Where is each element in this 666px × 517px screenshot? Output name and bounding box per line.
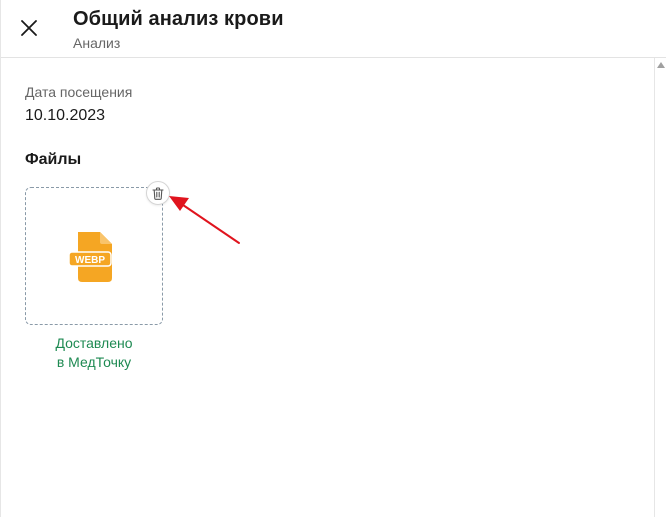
trash-icon (152, 186, 164, 200)
close-icon (21, 20, 37, 36)
file-delivery-status-line2: в МедТочку (56, 354, 132, 370)
files-heading: Файлы (25, 151, 82, 168)
file-tile[interactable]: WEBP (25, 187, 163, 325)
webp-file-icon: WEBP (68, 232, 112, 282)
page-title: Общий анализ крови (73, 8, 284, 30)
panel-header: Общий анализ крови Анализ (1, 0, 666, 58)
close-button[interactable] (15, 14, 43, 42)
scrollbar[interactable] (654, 58, 666, 517)
delete-file-button[interactable] (146, 181, 170, 205)
visit-date-value: 10.10.2023 (25, 107, 106, 124)
file-type-label: WEBP (75, 255, 105, 266)
page-subtitle: Анализ (73, 35, 121, 51)
file-delivery-status: Доставлено в МедТочку (25, 334, 163, 372)
file-delivery-status-line1: Доставлено (55, 335, 133, 351)
scroll-up-arrow-icon[interactable] (657, 62, 665, 68)
analysis-panel: Общий анализ крови Анализ Дата посещения… (0, 0, 666, 517)
visit-date-label: Дата посещения (25, 84, 133, 100)
